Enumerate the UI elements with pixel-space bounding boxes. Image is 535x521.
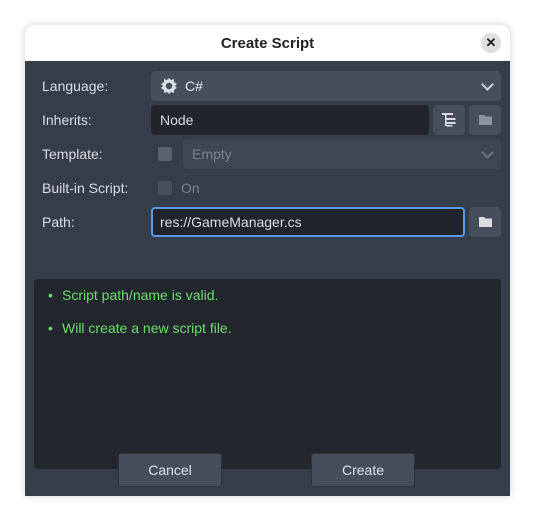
path-input[interactable]: res://GameManager.cs xyxy=(151,207,465,237)
message-item: • Will create a new script file. xyxy=(48,318,232,338)
builtin-toggle-label: On xyxy=(181,180,200,196)
bullet: • xyxy=(48,287,53,303)
dialog-titlebar: Create Script ✕ xyxy=(25,25,510,61)
chevron-down-icon xyxy=(481,78,494,91)
language-dropdown[interactable]: C# xyxy=(151,71,501,101)
language-row: Language: C# xyxy=(25,71,510,101)
dialog-title: Create Script xyxy=(220,34,315,52)
inherits-row: Inherits: Node xyxy=(25,105,510,135)
template-dropdown[interactable]: Empty xyxy=(183,139,501,169)
cancel-button[interactable]: Cancel xyxy=(118,453,222,487)
message-item: • Script path/name is valid. xyxy=(48,285,218,305)
inherits-value: Node xyxy=(160,112,194,128)
path-value: res://GameManager.cs xyxy=(160,214,302,230)
folder-icon xyxy=(479,115,492,125)
close-button[interactable]: ✕ xyxy=(481,33,501,53)
create-button[interactable]: Create xyxy=(311,453,415,487)
folder-icon xyxy=(479,217,492,227)
create-script-dialog: Create Script ✕ Language: C# Inherits: N… xyxy=(25,25,510,496)
template-label: Template: xyxy=(42,146,103,162)
template-checkbox[interactable] xyxy=(158,147,172,161)
inherits-browse-button[interactable] xyxy=(469,105,501,135)
message-text: Script path/name is valid. xyxy=(62,287,219,303)
language-label: Language: xyxy=(42,78,109,94)
path-browse-button[interactable] xyxy=(469,207,501,237)
template-value: Empty xyxy=(192,146,232,162)
builtin-row: Built-in Script: On xyxy=(25,173,510,203)
builtin-label: Built-in Script: xyxy=(42,180,129,196)
path-row: Path: res://GameManager.cs xyxy=(25,207,510,237)
validation-messages: • Script path/name is valid. • Will create… xyxy=(34,279,501,469)
message-text: Will create a new script file. xyxy=(62,320,232,336)
builtin-checkbox[interactable] xyxy=(158,181,172,195)
bullet: • xyxy=(48,320,53,336)
csharp-gear-icon xyxy=(161,78,177,94)
class-tree-icon xyxy=(442,113,456,127)
chevron-down-icon xyxy=(481,146,494,159)
path-label: Path: xyxy=(42,214,75,230)
dialog-body: Language: C# Inherits: Node Template: Em… xyxy=(25,61,510,496)
template-row: Template: Empty xyxy=(25,139,510,169)
class-tree-button[interactable] xyxy=(433,105,465,135)
inherits-label: Inherits: xyxy=(42,112,92,128)
close-icon: ✕ xyxy=(485,35,497,50)
language-value: C# xyxy=(185,78,203,94)
inherits-input[interactable]: Node xyxy=(151,105,429,135)
